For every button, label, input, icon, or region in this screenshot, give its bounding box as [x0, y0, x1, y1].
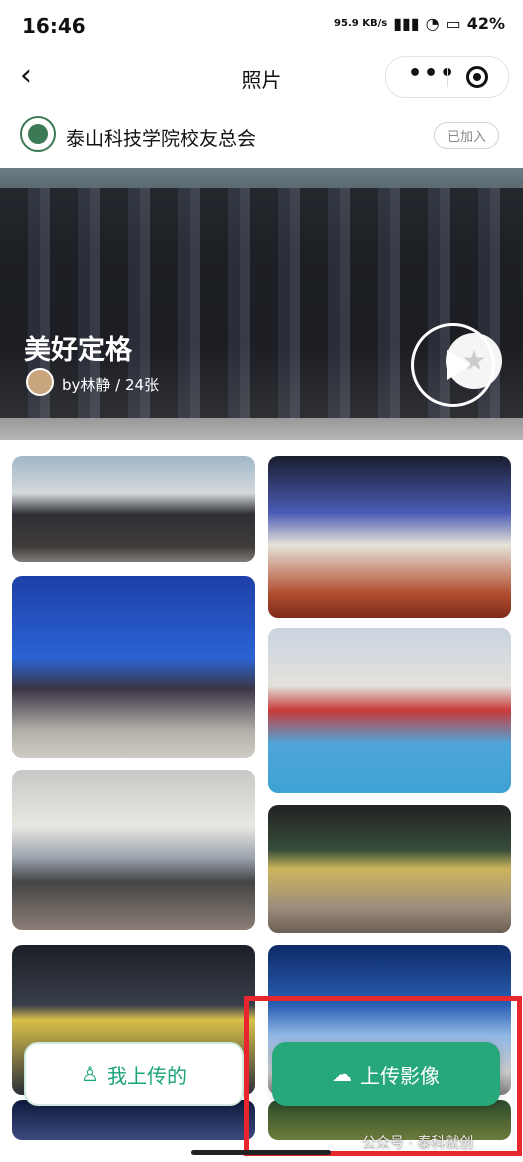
net-speed: 95.9 KB/s: [334, 18, 388, 29]
photo-tile[interactable]: [268, 805, 511, 933]
group-name: 泰山科技学院校友总会: [66, 128, 257, 150]
watermark: 公众号 · 泰科就创: [362, 1135, 474, 1151]
joined-badge[interactable]: 已加入: [433, 122, 499, 149]
close-target-icon[interactable]: [466, 66, 488, 88]
user-icon: ♙: [81, 1062, 99, 1086]
group-header[interactable]: 泰山科技学院校友总会 已加入: [0, 110, 523, 162]
home-indicator: [191, 1150, 331, 1155]
photo-tile[interactable]: [12, 1100, 255, 1140]
photo-tile[interactable]: [268, 628, 511, 793]
photo-tile[interactable]: [268, 456, 511, 618]
group-logo: [20, 116, 56, 152]
status-bar: 16:46 95.9 KB/s ▮▮▮ ◔ ▭ 42%: [0, 0, 523, 50]
battery-icon: ▭: [445, 14, 461, 33]
status-icons: 95.9 KB/s ▮▮▮ ◔ ▭ 42%: [334, 14, 505, 33]
status-time: 16:46: [22, 14, 86, 38]
my-uploads-button[interactable]: ♙ 我上传的: [24, 1042, 244, 1106]
photo-tile[interactable]: [12, 456, 255, 562]
photo-tile[interactable]: [12, 770, 255, 930]
mini-program-capsule: •••: [385, 56, 509, 98]
my-uploads-label: 我上传的: [106, 1063, 187, 1088]
more-icon[interactable]: •••: [408, 61, 456, 86]
photo-tile[interactable]: [12, 576, 255, 758]
author-avatar: [26, 368, 54, 396]
nav-bar: ‹ 照片 •••: [0, 50, 523, 106]
album-title: 美好定格: [24, 335, 132, 366]
play-icon[interactable]: [411, 323, 495, 407]
featured-album[interactable]: ★ 美好定格 by林静 / 24张: [0, 168, 523, 440]
battery-level: 42%: [466, 14, 505, 33]
signal-icon: ▮▮▮: [393, 14, 420, 33]
wifi-icon: ◔: [425, 14, 440, 33]
capsule-divider: [447, 67, 448, 87]
album-subtitle: by林静 / 24张: [62, 376, 160, 394]
